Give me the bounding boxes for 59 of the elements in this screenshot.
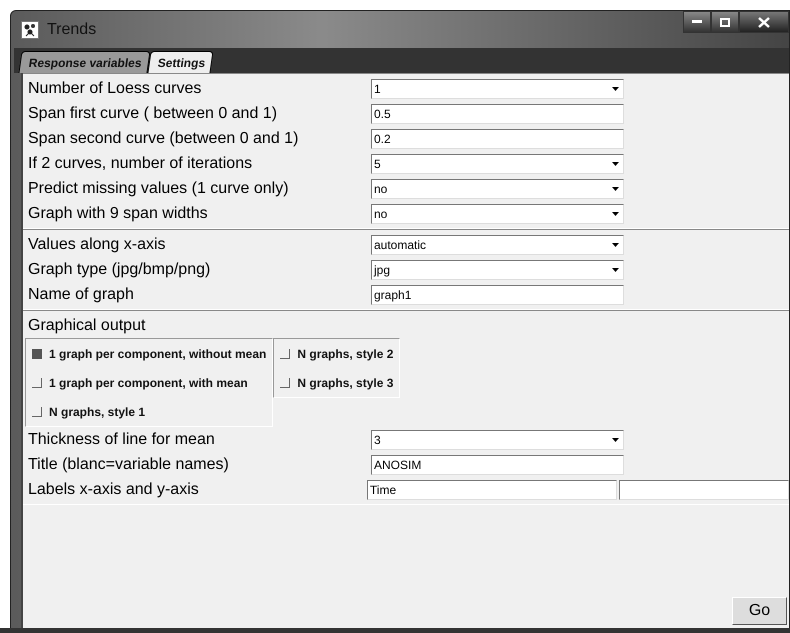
- field-label: Graph with 9 span widths: [28, 204, 209, 222]
- option[interactable]: N graphs, style 2: [274, 339, 400, 368]
- option-label: 1 graph per component, with mean: [49, 376, 248, 390]
- tab[interactable]: Settings: [147, 51, 214, 73]
- minimize-button[interactable]: [683, 11, 711, 33]
- field-label: Name of graph: [28, 286, 135, 304]
- field-label: Span first curve ( between 0 and 1): [28, 104, 278, 122]
- input-field[interactable]: 0.5: [371, 104, 624, 124]
- caret-icon: [612, 162, 619, 166]
- field-label: Title (blanc=variable names): [28, 456, 230, 474]
- field-label: Number of Loess curves: [28, 80, 202, 98]
- dropdown[interactable]: 1: [371, 78, 624, 98]
- option[interactable]: N graphs, style 3: [274, 368, 400, 397]
- input-field[interactable]: [618, 480, 790, 500]
- caret-icon: [612, 242, 619, 246]
- input-field[interactable]: graph1: [371, 284, 624, 304]
- minimize-icon: [692, 20, 702, 24]
- caret-icon: [612, 438, 619, 442]
- option-box[interactable]: [32, 348, 42, 358]
- dropdown[interactable]: 3: [371, 430, 624, 450]
- field-label: Values along x-axis: [28, 236, 167, 254]
- field-label: Predict missing values (1 curve only): [28, 180, 290, 198]
- option-box[interactable]: [280, 348, 290, 358]
- go-button[interactable]: Go: [732, 597, 787, 625]
- caret-icon: [612, 268, 619, 272]
- input-field[interactable]: 0.2: [371, 128, 624, 148]
- dropdown[interactable]: no: [371, 178, 624, 198]
- option-label: N graphs, style 3: [297, 376, 394, 390]
- option-box[interactable]: [32, 378, 42, 388]
- caret-icon: [612, 86, 619, 90]
- field-label: Thickness of line for mean: [28, 430, 216, 448]
- group-label: Graphical output: [28, 316, 146, 334]
- dropdown[interactable]: automatic: [371, 234, 624, 254]
- tab[interactable]: Response variables: [18, 51, 150, 73]
- input-field[interactable]: Time: [366, 480, 617, 500]
- dropdown[interactable]: no: [371, 204, 624, 224]
- option[interactable]: 1 graph per component, without mean: [26, 339, 272, 368]
- field-label: If 2 curves, number of iterations: [28, 154, 254, 172]
- option-label: N graphs, style 1: [49, 404, 146, 418]
- close-button[interactable]: [739, 11, 789, 33]
- dropdown[interactable]: jpg: [371, 260, 624, 280]
- close-icon: [758, 16, 770, 28]
- maximize-icon: [720, 18, 730, 26]
- caret-icon: [612, 212, 619, 216]
- dropdown[interactable]: 5: [371, 154, 624, 174]
- caret-icon: [612, 186, 619, 190]
- field-label: Graph type (jpg/bmp/png): [28, 260, 212, 278]
- option[interactable]: 1 graph per component, with mean: [26, 368, 272, 397]
- app-icon: [21, 20, 39, 38]
- field-label: Span second curve (between 0 and 1): [28, 130, 300, 148]
- option-box[interactable]: [32, 406, 42, 416]
- input-field[interactable]: ANOSIM: [371, 454, 624, 474]
- field-label: Labels x-axis and y-axis: [28, 480, 200, 498]
- window-title: Trends: [47, 20, 96, 38]
- option[interactable]: N graphs, style 1: [26, 397, 272, 426]
- option-box[interactable]: [280, 378, 290, 388]
- option-label: N graphs, style 2: [297, 346, 394, 360]
- maximize-button[interactable]: [711, 11, 739, 33]
- option-label: 1 graph per component, without mean: [49, 346, 266, 360]
